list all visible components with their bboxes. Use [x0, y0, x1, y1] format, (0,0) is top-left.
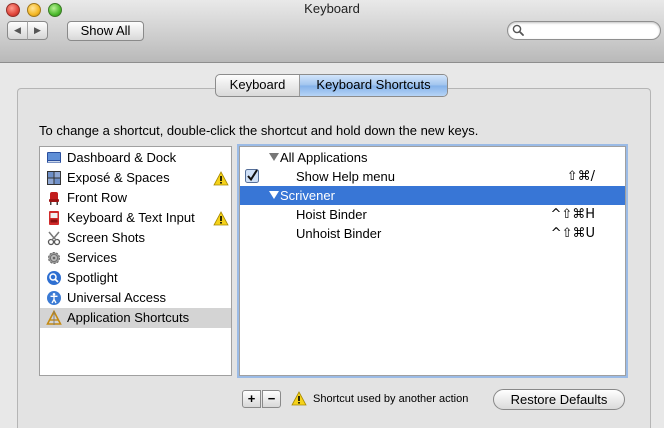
category-label: Exposé & Spaces	[67, 170, 170, 185]
enabled-checkbox[interactable]	[245, 169, 259, 183]
tab-bar: Keyboard Keyboard Shortcuts	[215, 74, 448, 97]
warning-icon	[291, 391, 307, 406]
shortcut-keys[interactable]: ⇧⌘/	[540, 169, 595, 184]
category-label: Front Row	[67, 190, 127, 205]
instructions-text: To change a shortcut, double-click the s…	[39, 123, 479, 138]
shortcut-keys[interactable]: ^⇧⌘U	[540, 226, 595, 241]
front-row-icon	[49, 192, 59, 205]
keyboard-text-input-icon	[49, 211, 59, 225]
conflict-legend-text: Shortcut used by another action	[313, 393, 469, 405]
screen-shots-icon	[47, 231, 61, 246]
category-spotlight[interactable]: Spotlight	[40, 268, 231, 288]
shortcut-row-unhoist-binder[interactable]: Unhoist Binder ^⇧⌘U	[240, 224, 625, 243]
category-screen-shots[interactable]: Screen Shots	[40, 228, 231, 248]
disclosure-triangle-icon[interactable]	[269, 153, 279, 162]
group-label: All Applications	[280, 150, 368, 165]
category-label: Application Shortcuts	[67, 310, 190, 325]
window-title: Keyboard	[304, 1, 360, 16]
shortcut-label: Hoist Binder	[296, 207, 367, 222]
category-list[interactable]: Dashboard & Dock Exposé & Spaces Front R…	[39, 146, 232, 376]
title-bar: Keyboard ◀ ▶ Show All	[0, 0, 664, 63]
category-label: Keyboard & Text Input	[67, 210, 195, 225]
shortcut-table[interactable]: All Applications Show Help menu ⇧⌘/ Scri…	[239, 146, 626, 376]
services-gear-icon	[48, 252, 60, 264]
application-shortcuts-icon	[46, 310, 62, 325]
category-label: Spotlight	[67, 270, 118, 285]
spotlight-icon	[47, 271, 61, 285]
universal-access-icon	[47, 291, 61, 305]
search-input[interactable]	[507, 21, 661, 40]
disclosure-triangle-icon[interactable]	[269, 191, 279, 200]
expose-spaces-icon	[47, 171, 61, 185]
shortcut-row-hoist-binder[interactable]: Hoist Binder ^⇧⌘H	[240, 205, 625, 224]
search-icon	[512, 24, 524, 36]
category-keyboard-text-input[interactable]: Keyboard & Text Input	[40, 208, 231, 228]
category-application-shortcuts[interactable]: Application Shortcuts	[40, 308, 231, 328]
category-universal-access[interactable]: Universal Access	[40, 288, 231, 308]
warning-icon	[213, 171, 229, 186]
shortcut-row-show-help-menu[interactable]: Show Help menu ⇧⌘/	[240, 167, 625, 186]
category-label: Services	[67, 250, 117, 265]
category-dashboard-dock[interactable]: Dashboard & Dock	[40, 148, 231, 168]
group-row-scrivener[interactable]: Scrivener	[240, 186, 625, 205]
tab-keyboard[interactable]: Keyboard	[216, 75, 300, 96]
shortcut-keys[interactable]: ^⇧⌘H	[540, 207, 595, 222]
shortcut-label: Show Help menu	[296, 169, 395, 184]
back-button[interactable]: ◀	[7, 21, 28, 40]
category-label: Dashboard & Dock	[67, 150, 177, 165]
restore-defaults-button[interactable]: Restore Defaults	[493, 389, 625, 410]
category-label: Universal Access	[67, 290, 166, 305]
category-front-row[interactable]: Front Row	[40, 188, 231, 208]
category-label: Screen Shots	[67, 230, 146, 245]
group-row-all-applications[interactable]: All Applications	[240, 148, 625, 167]
remove-shortcut-button[interactable]: −	[262, 390, 281, 408]
warning-icon	[213, 211, 229, 226]
forward-button[interactable]: ▶	[27, 21, 48, 40]
show-all-button[interactable]: Show All	[67, 21, 144, 41]
category-services[interactable]: Services	[40, 248, 231, 268]
tab-keyboard-shortcuts[interactable]: Keyboard Shortcuts	[300, 75, 447, 96]
add-shortcut-button[interactable]: +	[242, 390, 261, 408]
dashboard-dock-icon	[47, 152, 61, 163]
category-expose-spaces[interactable]: Exposé & Spaces	[40, 168, 231, 188]
group-label: Scrivener	[280, 188, 335, 203]
shortcut-label: Unhoist Binder	[296, 226, 382, 241]
